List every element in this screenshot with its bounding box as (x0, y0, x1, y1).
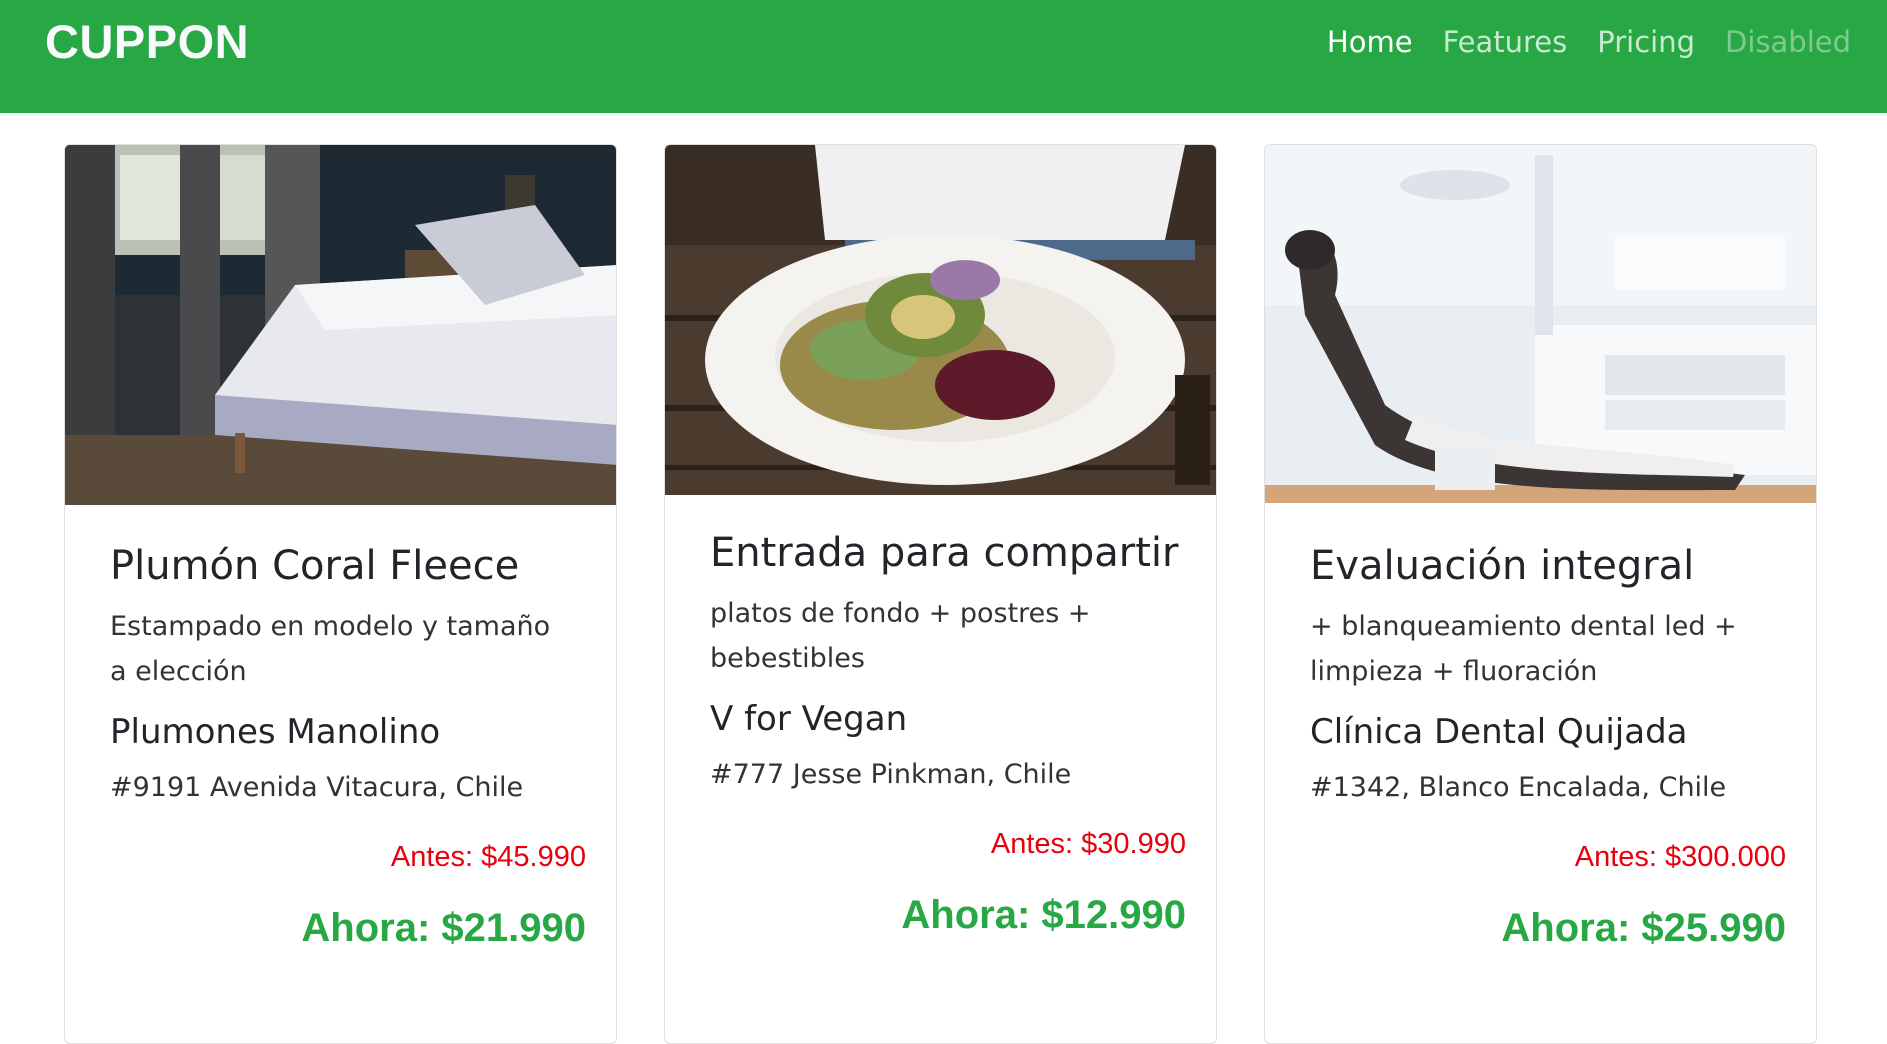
price-now: Ahora: $21.990 (301, 906, 586, 950)
card-image-dental[interactable] (1265, 145, 1816, 503)
card-title[interactable]: Plumón Coral Fleece (110, 540, 571, 592)
card-body: Plumón Coral Fleece Estampado en modelo … (65, 505, 616, 952)
card-title[interactable]: Evaluación integral (1310, 540, 1771, 592)
deal-card: Plumón Coral Fleece Estampado en modelo … (64, 144, 617, 1044)
nav-item-pricing[interactable]: Pricing (1597, 20, 1695, 64)
nav-item-home[interactable]: Home (1327, 20, 1413, 64)
dental-chair-photo (1265, 145, 1816, 503)
price-before: Antes: $300.000 (1574, 841, 1786, 873)
merchant-name: Clínica Dental Quijada (1310, 712, 1688, 752)
card-image-salad[interactable] (665, 145, 1216, 495)
merchant-address: #1342, Blanco Encalada, Chile (1310, 772, 1727, 803)
deal-card: Entrada para compartir platos de fondo +… (664, 144, 1217, 1044)
price-before: Antes: $45.990 (390, 841, 586, 873)
vegan-salad-plate-photo (665, 145, 1216, 495)
nav-links: Home Features Pricing Disabled (1327, 20, 1851, 64)
card-description: Estampado en modelo y tamaño a elección (110, 611, 551, 687)
card-image-bedroom[interactable] (65, 145, 616, 505)
price-before: Antes: $30.990 (990, 828, 1186, 860)
nav-item-disabled: Disabled (1725, 25, 1851, 59)
merchant-address: #9191 Avenida Vitacura, Chile (110, 772, 524, 803)
merchant-name: V for Vegan (710, 699, 908, 739)
merchant-address: #777 Jesse Pinkman, Chile (710, 759, 1072, 790)
merchant-name: Plumones Manolino (110, 712, 441, 752)
brand-logo[interactable]: CUPPON (45, 14, 249, 70)
nav-item-features[interactable]: Features (1443, 20, 1568, 64)
card-title[interactable]: Entrada para compartir (710, 527, 1178, 579)
card-description: + blanqueamiento dental led + limpieza +… (1310, 611, 1737, 687)
top-navbar: CUPPON Home Features Pricing Disabled (0, 0, 1887, 113)
deal-card: Evaluación integral + blanqueamiento den… (1264, 144, 1817, 1044)
card-body: Evaluación integral + blanqueamiento den… (1265, 503, 1816, 952)
card-body: Entrada para compartir platos de fondo +… (665, 495, 1216, 939)
bedroom-bed-photo (65, 145, 616, 505)
price-now: Ahora: $25.990 (1501, 906, 1786, 950)
price-now: Ahora: $12.990 (901, 893, 1186, 937)
card-description: platos de fondo + postres + bebestibles (710, 598, 1091, 674)
